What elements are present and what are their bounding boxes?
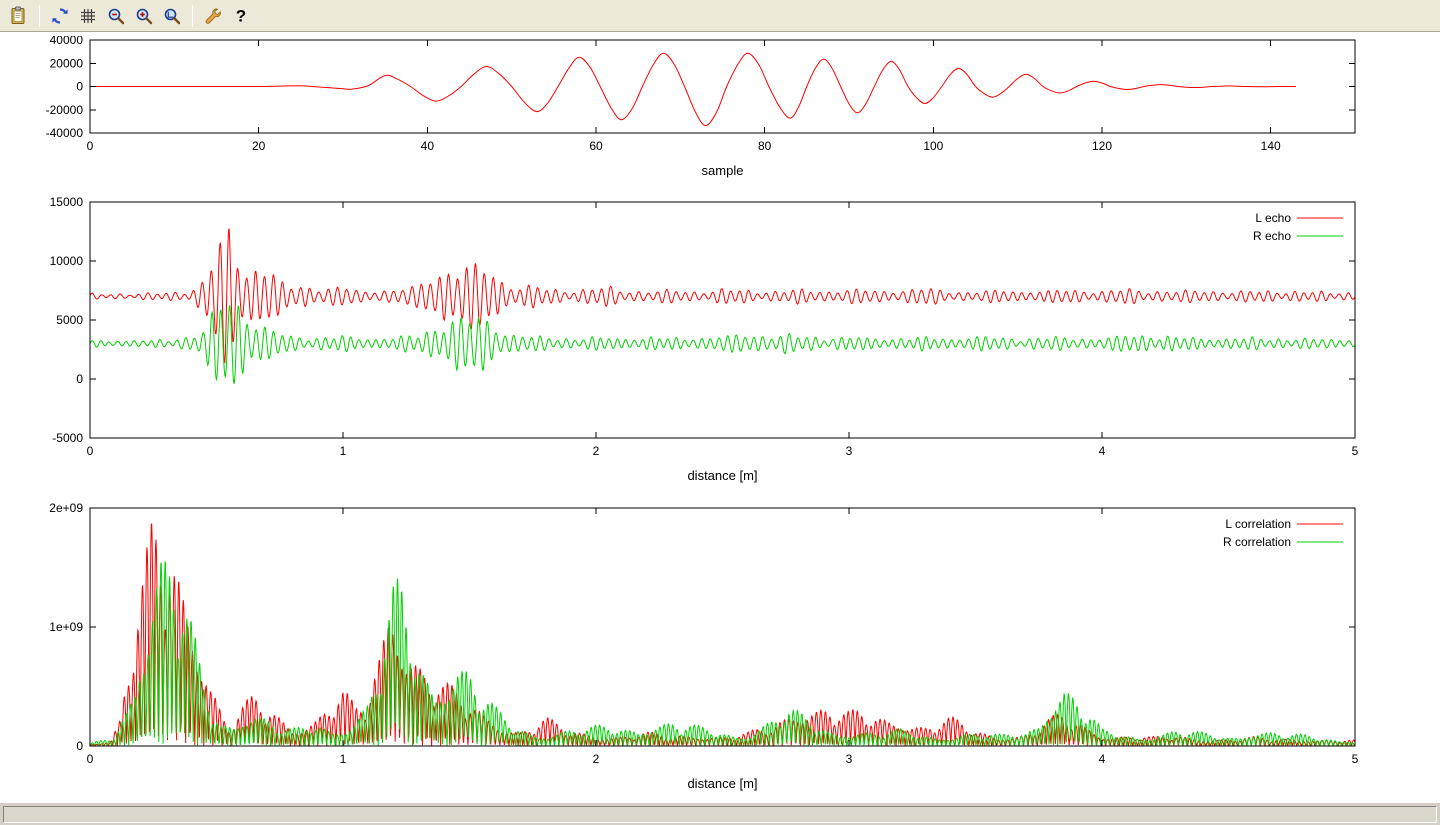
svg-text:0: 0 bbox=[76, 739, 83, 753]
copy-to-clipboard-button[interactable] bbox=[6, 3, 32, 29]
svg-text:120: 120 bbox=[1092, 139, 1112, 153]
zoom-next-icon bbox=[134, 6, 154, 26]
autoscale-icon bbox=[162, 6, 182, 26]
svg-text:0: 0 bbox=[87, 139, 94, 153]
svg-text:L correlation: L correlation bbox=[1225, 517, 1291, 531]
svg-text:1: 1 bbox=[340, 444, 347, 458]
svg-text:20: 20 bbox=[252, 139, 266, 153]
zoom-next-button[interactable] bbox=[131, 3, 157, 29]
refresh-icon bbox=[50, 6, 70, 26]
svg-text:20000: 20000 bbox=[50, 56, 84, 70]
svg-text:100: 100 bbox=[923, 139, 943, 153]
toolbar-separator bbox=[192, 5, 193, 27]
grid-icon bbox=[78, 6, 98, 26]
svg-text:sample: sample bbox=[702, 163, 744, 178]
svg-text:5: 5 bbox=[1352, 752, 1359, 766]
svg-text:60: 60 bbox=[589, 139, 603, 153]
zoom-previous-button[interactable] bbox=[103, 3, 129, 29]
svg-text:0: 0 bbox=[87, 444, 94, 458]
svg-text:distance [m]: distance [m] bbox=[687, 468, 757, 483]
svg-text:0: 0 bbox=[76, 372, 83, 386]
statusbar bbox=[0, 802, 1440, 825]
svg-text:L echo: L echo bbox=[1255, 211, 1291, 225]
svg-text:R correlation: R correlation bbox=[1223, 535, 1291, 549]
svg-text:40000: 40000 bbox=[50, 36, 84, 47]
wrench-icon bbox=[203, 6, 223, 26]
toggle-grid-button[interactable] bbox=[75, 3, 101, 29]
svg-text:3: 3 bbox=[846, 752, 853, 766]
svg-text:4: 4 bbox=[1099, 444, 1106, 458]
svg-text:2: 2 bbox=[593, 444, 600, 458]
svg-text:R echo: R echo bbox=[1253, 229, 1291, 243]
svg-text:2: 2 bbox=[593, 752, 600, 766]
svg-text:0: 0 bbox=[76, 80, 83, 94]
svg-text:0: 0 bbox=[87, 752, 94, 766]
svg-text:15000: 15000 bbox=[50, 195, 84, 209]
svg-text:10000: 10000 bbox=[50, 254, 84, 268]
plot-canvas: 020406080100120140-40000-200000200004000… bbox=[0, 32, 1440, 802]
svg-text:-5000: -5000 bbox=[52, 431, 83, 445]
svg-text:-20000: -20000 bbox=[46, 103, 84, 117]
svg-text:1: 1 bbox=[340, 752, 347, 766]
pulse-waveform-chart[interactable]: 0 20 40 60 80 100 120 140 -40000 -20000 0 20000 4000… bbox=[0, 36, 1440, 192]
svg-text:1e+09: 1e+09 bbox=[49, 620, 83, 634]
gnuplot-window: ? 020406080100120140-40000-2000002000040… bbox=[0, 0, 1440, 825]
svg-text:80: 80 bbox=[758, 139, 772, 153]
replot-button[interactable] bbox=[47, 3, 73, 29]
toolbar-separator bbox=[39, 5, 40, 27]
toolbar: ? bbox=[0, 0, 1440, 32]
help-icon: ? bbox=[231, 6, 251, 26]
svg-text:5000: 5000 bbox=[56, 313, 83, 327]
autoscale-button[interactable] bbox=[159, 3, 185, 29]
svg-text:3: 3 bbox=[846, 444, 853, 458]
svg-text:?: ? bbox=[236, 6, 246, 25]
svg-text:-40000: -40000 bbox=[46, 126, 84, 140]
status-message bbox=[3, 806, 1437, 823]
svg-text:40: 40 bbox=[421, 139, 435, 153]
svg-text:2e+09: 2e+09 bbox=[49, 501, 83, 515]
svg-text:distance [m]: distance [m] bbox=[687, 776, 757, 791]
correlation-chart[interactable]: 0 1 2 3 4 5 0 1e+09 2e+09 distance [m] L correlati… bbox=[0, 498, 1440, 800]
svg-text:5: 5 bbox=[1352, 444, 1359, 458]
clipboard-icon bbox=[9, 6, 29, 26]
svg-text:140: 140 bbox=[1261, 139, 1281, 153]
svg-text:4: 4 bbox=[1099, 752, 1106, 766]
configure-button[interactable] bbox=[200, 3, 226, 29]
zoom-previous-icon bbox=[106, 6, 126, 26]
help-button[interactable]: ? bbox=[228, 3, 254, 29]
echo-signals-chart[interactable]: 0 1 2 3 4 5 -5000 0 5000 10000 15000 distance [m] L … bbox=[0, 192, 1440, 494]
